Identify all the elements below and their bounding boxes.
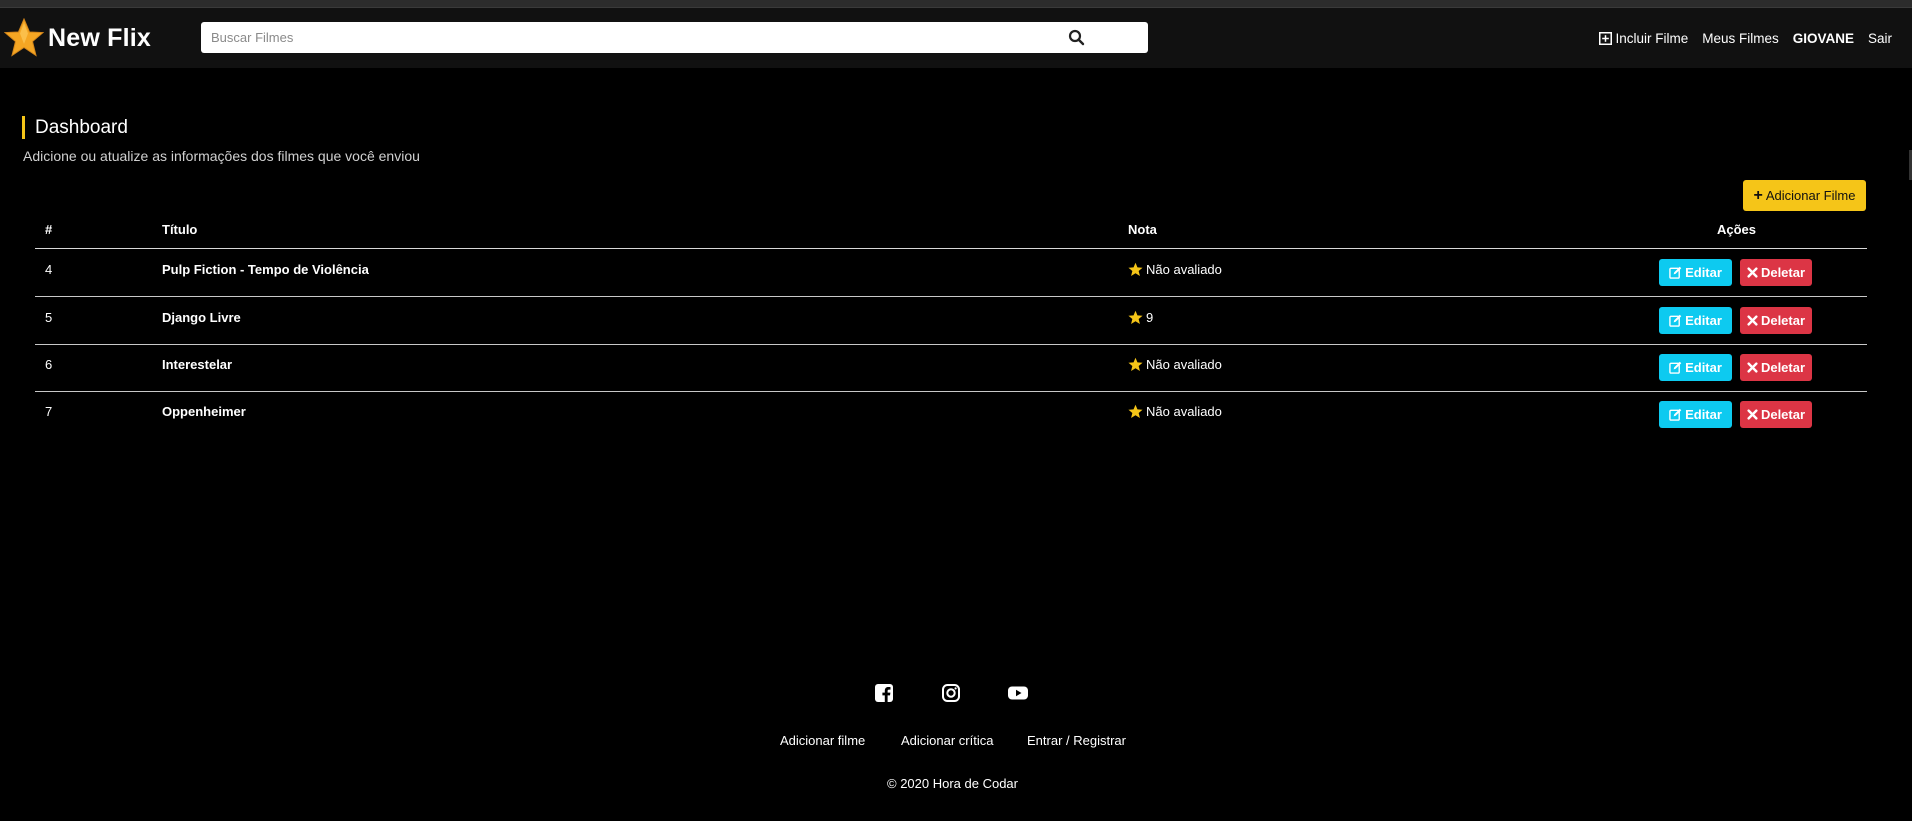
- row-title: Interestelar: [162, 357, 233, 372]
- star-icon: [1128, 357, 1143, 372]
- delete-button-label: Deletar: [1760, 360, 1806, 375]
- page-title: Dashboard: [22, 116, 128, 139]
- table-row: 4 Pulp Fiction - Tempo de Violência Não …: [35, 250, 1867, 297]
- edit-button[interactable]: Editar: [1659, 307, 1732, 334]
- edit-icon: [1669, 408, 1682, 421]
- delete-button[interactable]: Deletar: [1740, 259, 1812, 286]
- copyright: © 2020 Hora de Codar: [887, 776, 1018, 791]
- edit-icon: [1669, 266, 1682, 279]
- edit-button[interactable]: Editar: [1659, 401, 1732, 428]
- plus-icon: +: [1753, 186, 1763, 204]
- row-rating-value: Não avaliado: [1146, 404, 1222, 419]
- edit-button-label: Editar: [1685, 265, 1722, 280]
- social-links: [0, 682, 1912, 704]
- delete-button-label: Deletar: [1760, 407, 1806, 422]
- logout-link[interactable]: Sair: [1868, 31, 1892, 46]
- delete-button[interactable]: Deletar: [1740, 401, 1812, 428]
- star-icon: [4, 18, 44, 57]
- row-rating: 9: [1128, 310, 1153, 325]
- facebook-icon[interactable]: [873, 682, 895, 704]
- header-title: Título: [162, 222, 198, 237]
- table-header: # Título Nota Ações: [35, 220, 1867, 249]
- add-movie-button[interactable]: + Adicionar Filme: [1743, 180, 1866, 211]
- star-icon: [1128, 404, 1143, 419]
- footer-add-review-link[interactable]: Adicionar crítica: [901, 733, 993, 748]
- row-rating: Não avaliado: [1128, 262, 1222, 277]
- row-title: Oppenheimer: [162, 404, 246, 419]
- page-subtitle: Adicione ou atualize as informações dos …: [23, 148, 420, 164]
- search-icon[interactable]: [1067, 28, 1087, 48]
- delete-button-label: Deletar: [1760, 265, 1806, 280]
- header-rating: Nota: [1128, 222, 1157, 237]
- youtube-icon[interactable]: [1007, 682, 1029, 704]
- edit-button-label: Editar: [1685, 313, 1722, 328]
- star-icon: [1128, 310, 1143, 325]
- include-movie-label: Incluir Filme: [1615, 30, 1689, 46]
- edit-button[interactable]: Editar: [1659, 354, 1732, 381]
- edit-button[interactable]: Editar: [1659, 259, 1732, 286]
- my-movies-link[interactable]: Meus Filmes: [1702, 31, 1779, 46]
- brand-name: New Flix: [48, 23, 152, 52]
- delete-button[interactable]: Deletar: [1740, 354, 1812, 381]
- table-row: 5 Django Livre 9 Editar Deletar: [35, 298, 1867, 345]
- row-rating-value: Não avaliado: [1146, 262, 1222, 277]
- add-movie-button-label: Adicionar Filme: [1765, 188, 1856, 203]
- row-rating: Não avaliado: [1128, 357, 1222, 372]
- close-icon: [1747, 409, 1758, 420]
- row-rating-value: Não avaliado: [1146, 357, 1222, 372]
- row-title: Pulp Fiction - Tempo de Violência: [162, 262, 369, 277]
- row-id: 4: [45, 262, 53, 277]
- row-rating: Não avaliado: [1128, 404, 1222, 419]
- nav-links: Incluir Filme Meus Filmes GIOVANE Sair: [1585, 28, 1892, 48]
- close-icon: [1747, 362, 1758, 373]
- edit-button-label: Editar: [1685, 360, 1722, 375]
- edit-icon: [1669, 314, 1682, 327]
- edit-button-label: Editar: [1685, 407, 1722, 422]
- row-id: 7: [45, 404, 53, 419]
- row-id: 5: [45, 310, 53, 325]
- window-top-strip: [0, 0, 1912, 8]
- close-icon: [1747, 315, 1758, 326]
- include-movie-link[interactable]: Incluir Filme: [1599, 31, 1688, 46]
- search-bar: [201, 22, 1148, 53]
- instagram-icon[interactable]: [940, 682, 962, 704]
- footer-add-movie-link[interactable]: Adicionar filme: [780, 733, 865, 748]
- plus-square-icon: [1599, 31, 1613, 45]
- brand-logo[interactable]: New Flix: [4, 18, 151, 58]
- navbar: New Flix Incluir Filme Meus Filmes GIOVA…: [0, 8, 1912, 68]
- search-input[interactable]: [201, 23, 1051, 52]
- table-row: 6 Interestelar Não avaliado Editar Delet…: [35, 345, 1867, 392]
- table-row: 7 Oppenheimer Não avaliado Editar Deleta…: [35, 392, 1867, 439]
- header-id: #: [45, 222, 53, 237]
- star-icon: [1128, 262, 1143, 277]
- row-id: 6: [45, 357, 53, 372]
- row-title: Django Livre: [162, 310, 241, 325]
- user-link[interactable]: GIOVANE: [1793, 31, 1854, 46]
- row-rating-value: 9: [1146, 310, 1154, 325]
- edit-icon: [1669, 361, 1682, 374]
- delete-button[interactable]: Deletar: [1740, 307, 1812, 334]
- close-icon: [1747, 267, 1758, 278]
- header-actions: Ações: [1717, 222, 1757, 237]
- delete-button-label: Deletar: [1760, 313, 1806, 328]
- footer-login-link[interactable]: Entrar / Registrar: [1027, 733, 1126, 748]
